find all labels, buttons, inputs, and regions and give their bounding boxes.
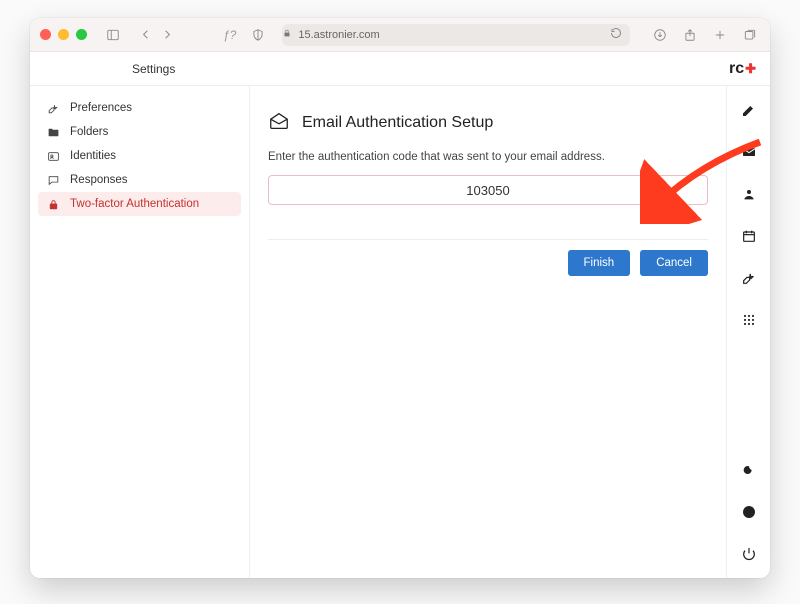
wrench-icon — [46, 102, 60, 115]
sidebar-item-two-factor[interactable]: Two-factor Authentication — [38, 192, 241, 216]
sidebar-item-label: Responses — [70, 174, 128, 186]
folder-icon — [46, 126, 60, 139]
sidebar-item-label: Preferences — [70, 102, 132, 114]
sidebar-item-label: Folders — [70, 126, 108, 138]
address-bar[interactable]: 15.astronier.com — [282, 24, 630, 46]
minimize-window-icon[interactable] — [58, 29, 69, 40]
window-controls[interactable] — [40, 29, 87, 40]
privacy-shield-icon[interactable] — [248, 25, 268, 45]
lock-icon — [282, 28, 292, 41]
tabs-overview-icon[interactable] — [740, 25, 760, 45]
downloads-icon[interactable] — [650, 25, 670, 45]
divider — [268, 239, 708, 240]
nav-arrows — [135, 25, 177, 45]
right-rail — [726, 86, 770, 578]
contacts-icon[interactable] — [739, 184, 759, 204]
sidebar-toggle-icon[interactable] — [103, 25, 123, 45]
app-section-title: Settings — [132, 62, 175, 76]
sidebar-item-label: Two-factor Authentication — [70, 198, 199, 210]
settings-icon[interactable] — [739, 268, 759, 288]
auth-code-input[interactable] — [268, 175, 708, 205]
browser-toolbar: ƒ? 15.astronier.com — [30, 18, 770, 52]
reload-icon[interactable] — [610, 27, 622, 42]
nav-forward-icon[interactable] — [157, 25, 177, 45]
cancel-button[interactable]: Cancel — [640, 250, 708, 276]
main-content: Email Authentication Setup Enter the aut… — [250, 86, 726, 578]
mail-icon[interactable] — [739, 142, 759, 162]
lock-icon — [46, 198, 60, 211]
toolbar-right — [650, 25, 760, 45]
share-icon[interactable] — [680, 25, 700, 45]
app-logo: rc✚ — [729, 60, 756, 78]
sidebar-item-label: Identities — [70, 150, 116, 162]
calendar-icon[interactable] — [739, 226, 759, 246]
plus-icon: ✚ — [745, 61, 756, 77]
address-url: 15.astronier.com — [298, 29, 379, 41]
new-tab-icon[interactable] — [710, 25, 730, 45]
compose-icon[interactable] — [739, 100, 759, 120]
apps-grid-icon[interactable] — [739, 310, 759, 330]
id-card-icon — [46, 150, 60, 163]
close-window-icon[interactable] — [40, 29, 51, 40]
finish-button[interactable]: Finish — [568, 250, 631, 276]
sidebar-item-folders[interactable]: Folders — [38, 120, 241, 144]
page-description: Enter the authentication code that was s… — [268, 151, 708, 163]
dark-mode-icon[interactable] — [739, 460, 759, 480]
page-title: Email Authentication Setup — [302, 114, 493, 132]
app-topbar: Settings rc✚ — [30, 52, 770, 86]
sidebar-item-responses[interactable]: Responses — [38, 168, 241, 192]
maximize-window-icon[interactable] — [76, 29, 87, 40]
envelope-open-icon — [268, 110, 290, 135]
sidebar-item-identities[interactable]: Identities — [38, 144, 241, 168]
power-icon[interactable] — [739, 544, 759, 564]
nav-back-icon[interactable] — [135, 25, 155, 45]
settings-sidebar: Preferences Folders Identities Responses… — [30, 86, 250, 578]
sidebar-item-preferences[interactable]: Preferences — [38, 96, 241, 120]
favorites-icon[interactable]: ƒ? — [223, 28, 236, 42]
info-icon[interactable] — [739, 502, 759, 522]
app: Settings rc✚ Preferences Folders Ident — [30, 52, 770, 578]
browser-window: ƒ? 15.astronier.com — [30, 18, 770, 578]
chat-icon — [46, 174, 60, 187]
